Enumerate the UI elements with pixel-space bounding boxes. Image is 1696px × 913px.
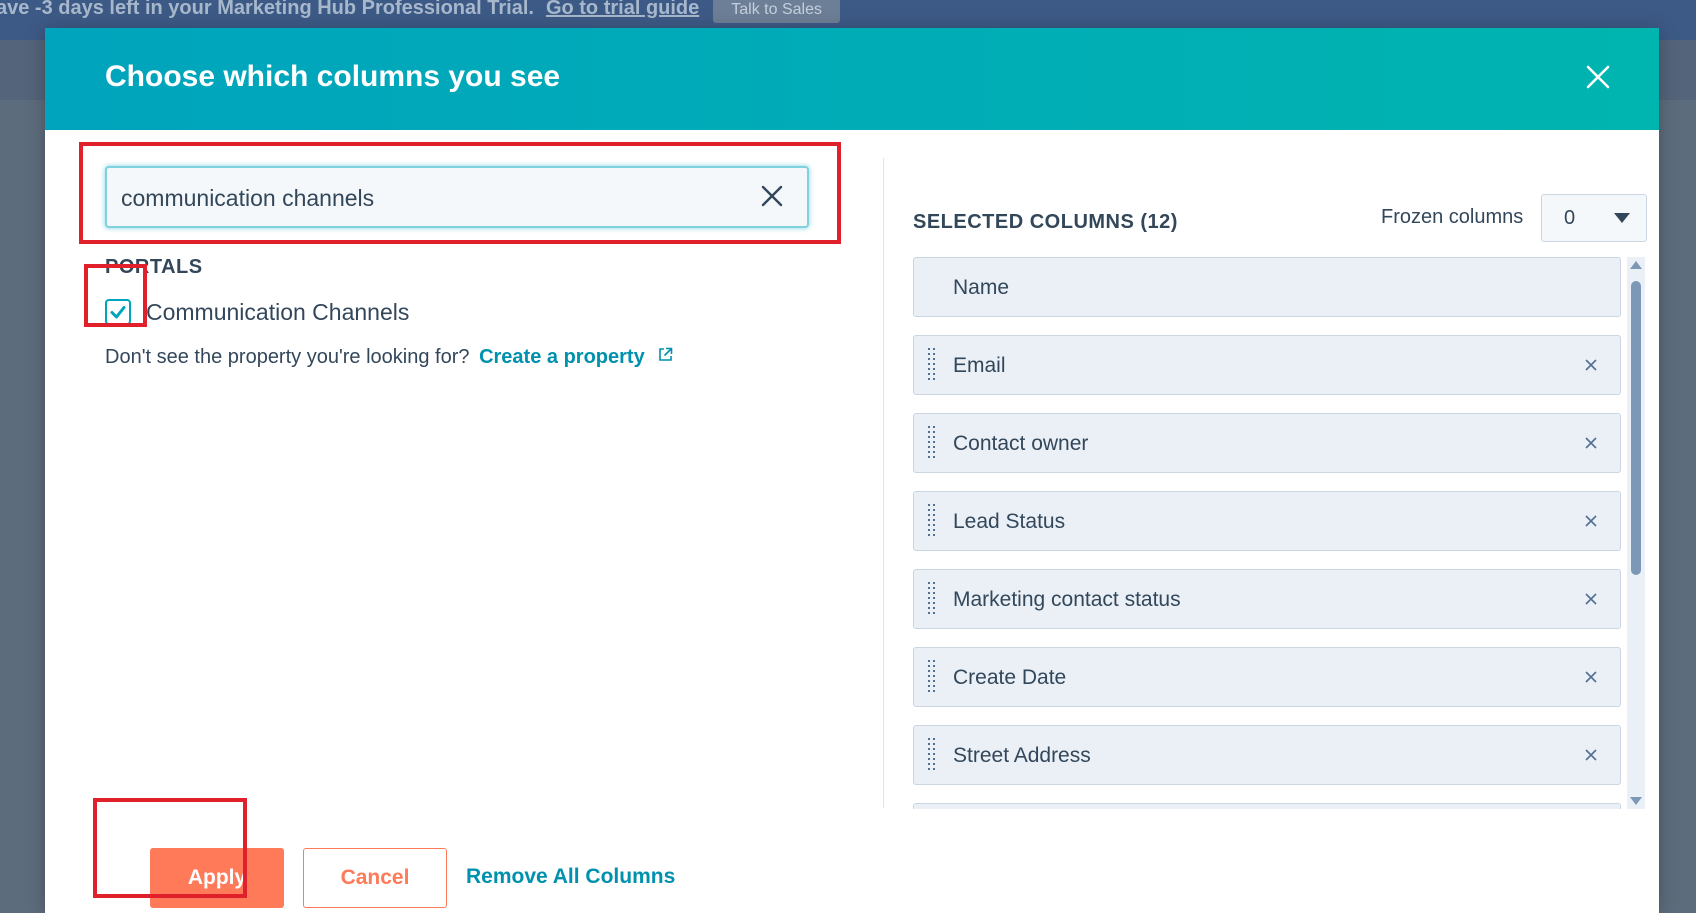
- columns-scrollbar[interactable]: [1627, 257, 1645, 809]
- search-field: [105, 166, 809, 228]
- column-item-marketing-contact-status[interactable]: Marketing contact status: [913, 569, 1621, 629]
- search-input[interactable]: [119, 168, 743, 228]
- hint-text: Don't see the property you're looking fo…: [105, 346, 470, 368]
- check-icon: [110, 306, 126, 319]
- remove-icon[interactable]: [1584, 514, 1598, 528]
- remove-all-columns-link[interactable]: Remove All Columns: [466, 865, 675, 889]
- column-item-create-date[interactable]: Create Date: [913, 647, 1621, 707]
- section-label-portals: PORTALS: [105, 256, 203, 278]
- pane-divider: [883, 158, 884, 808]
- remove-icon[interactable]: [1584, 436, 1598, 450]
- column-label: Marketing contact status: [953, 588, 1181, 611]
- drag-handle-icon[interactable]: [928, 426, 936, 460]
- checkbox[interactable]: [105, 299, 131, 325]
- frozen-columns-label: Frozen columns: [1381, 206, 1524, 228]
- scroll-down-arrow-icon[interactable]: [1630, 797, 1642, 805]
- drag-handle-icon[interactable]: [928, 582, 936, 616]
- column-item-contact-owner[interactable]: Contact owner: [913, 413, 1621, 473]
- modal-header: Choose which columns you see: [45, 28, 1659, 130]
- talk-to-sales-button[interactable]: Talk to Sales: [713, 0, 840, 23]
- caret-down-icon: [1614, 213, 1630, 223]
- selected-columns-list: Name Email Contact owner Lead Status Mar…: [913, 257, 1623, 809]
- column-label: Email: [953, 354, 1006, 377]
- column-item-email[interactable]: Email: [913, 335, 1621, 395]
- trial-banner-text: ave -3 days left in your Marketing Hub P…: [0, 0, 534, 19]
- property-option-label: Communication Channels: [146, 298, 410, 325]
- apply-button[interactable]: Apply: [150, 848, 284, 908]
- drag-handle-icon[interactable]: [928, 660, 936, 694]
- remove-icon[interactable]: [1584, 358, 1598, 372]
- close-icon[interactable]: [759, 183, 785, 209]
- column-item-next[interactable]: [913, 803, 1621, 809]
- choose-columns-modal: Choose which columns you see PORTALS Com…: [45, 28, 1659, 913]
- column-label: Street Address: [953, 744, 1091, 767]
- remove-icon[interactable]: [1584, 670, 1598, 684]
- column-item-name: Name: [913, 257, 1621, 317]
- remove-icon[interactable]: [1584, 592, 1598, 606]
- external-link-icon[interactable]: [658, 347, 673, 362]
- drag-handle-icon[interactable]: [928, 738, 936, 772]
- create-property-link[interactable]: Create a property: [479, 346, 645, 368]
- close-icon[interactable]: [1583, 62, 1613, 92]
- trial-guide-link[interactable]: Go to trial guide: [546, 0, 699, 20]
- modal-title: Choose which columns you see: [105, 60, 561, 93]
- column-label: Create Date: [953, 666, 1067, 689]
- drag-handle-icon[interactable]: [928, 504, 936, 538]
- column-label: Contact owner: [953, 432, 1089, 455]
- drag-handle-icon[interactable]: [928, 348, 936, 382]
- column-label: Name: [953, 276, 1010, 299]
- column-label: Lead Status: [953, 510, 1066, 533]
- scroll-up-arrow-icon[interactable]: [1630, 261, 1642, 269]
- frozen-columns-value: 0: [1564, 207, 1576, 229]
- remove-icon[interactable]: [1584, 748, 1598, 762]
- scrollbar-thumb[interactable]: [1631, 281, 1641, 575]
- frozen-columns-select[interactable]: 0: [1541, 194, 1647, 242]
- create-property-hint: Don't see the property you're looking fo…: [105, 346, 673, 369]
- property-option[interactable]: Communication Channels: [105, 295, 409, 329]
- selected-columns-title: SELECTED COLUMNS (12): [913, 211, 1178, 233]
- cancel-button[interactable]: Cancel: [303, 848, 447, 908]
- column-item-lead-status[interactable]: Lead Status: [913, 491, 1621, 551]
- column-item-street-address[interactable]: Street Address: [913, 725, 1621, 785]
